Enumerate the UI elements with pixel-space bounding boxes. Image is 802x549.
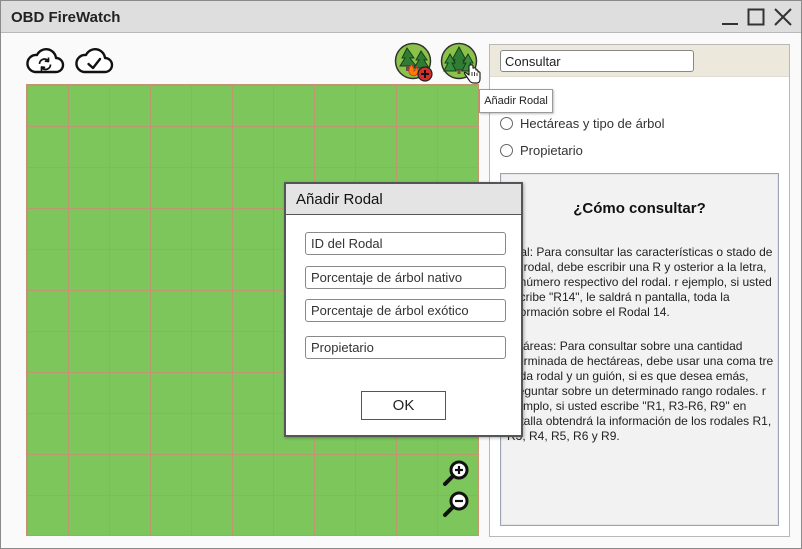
minimize-icon[interactable]	[718, 5, 742, 29]
cloud-sync-icon[interactable]	[25, 45, 65, 75]
query-input[interactable]	[500, 50, 694, 72]
option-owner-label: Propietario	[520, 142, 583, 158]
help-box: ¿Cómo consultar? odal: Para consultar la…	[500, 173, 779, 526]
option-owner[interactable]: Propietario	[500, 141, 583, 159]
help-title: ¿Cómo consultar?	[573, 200, 706, 217]
help-rodal-text: odal: Para consultar las características…	[507, 245, 773, 319]
add-stand-tooltip: Añadir Rodal	[479, 89, 553, 113]
zoom-out-icon[interactable]	[442, 489, 472, 519]
query-header	[490, 45, 789, 77]
title-bar: OBD FireWatch	[1, 1, 801, 33]
radio-hectares[interactable]	[500, 116, 513, 130]
cloud-check-icon[interactable]	[74, 45, 114, 75]
help-hectares-text: ectáreas: Para consultar sobre una canti…	[507, 339, 774, 443]
ok-button[interactable]: OK	[361, 391, 446, 420]
query-panel: Hectáreas y tipo de árbol Propietario ¿C…	[489, 44, 790, 537]
option-hectares-label: Hectáreas y tipo de árbol	[520, 115, 665, 131]
exotic-percentage-input[interactable]	[305, 299, 506, 322]
dialog-header: Añadir Rodal	[286, 184, 521, 215]
stand-id-input[interactable]	[305, 232, 506, 255]
dialog-title: Añadir Rodal	[296, 191, 383, 208]
owner-input[interactable]	[305, 336, 506, 359]
close-icon[interactable]	[771, 5, 795, 29]
tree-fire-add-icon[interactable]	[394, 42, 434, 82]
app-window: OBD FireWatch Consultar Hectáreas y tipo…	[0, 0, 802, 549]
maximize-icon[interactable]	[744, 5, 768, 29]
option-hectares[interactable]: Hectáreas y tipo de árbol	[500, 114, 665, 132]
native-percentage-input[interactable]	[305, 266, 506, 289]
radio-owner[interactable]	[500, 143, 513, 157]
add-stand-dialog: Añadir Rodal OK	[284, 182, 523, 437]
window-title: OBD FireWatch	[11, 9, 121, 26]
zoom-in-icon[interactable]	[442, 458, 472, 488]
